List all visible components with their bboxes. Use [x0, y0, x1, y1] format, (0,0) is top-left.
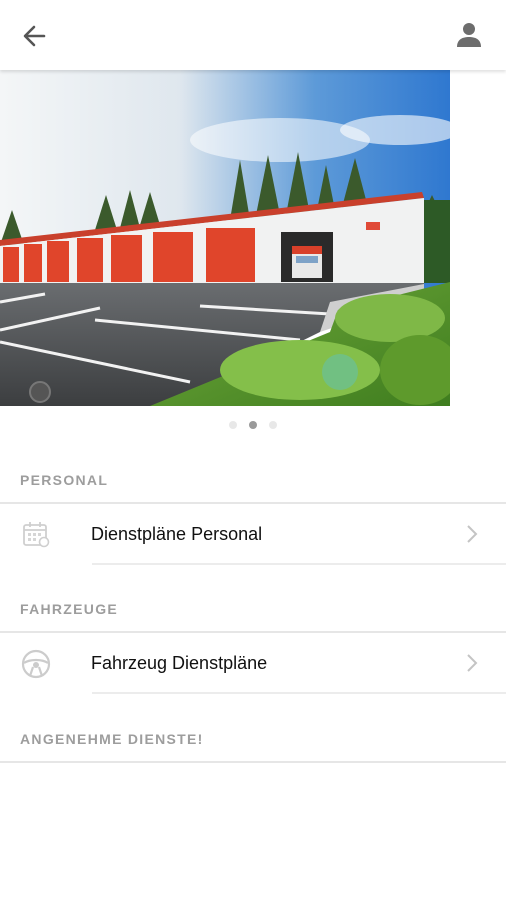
- list-item-label: Fahrzeug Dienstpläne: [91, 653, 268, 673]
- profile-button[interactable]: [452, 18, 486, 52]
- section-header-fahrzeuge: FAHRZEUGE: [20, 601, 119, 617]
- fire-station-photo: [0, 70, 450, 406]
- carousel-dot[interactable]: [269, 421, 277, 429]
- calendar-icon: [23, 522, 50, 548]
- divider: [0, 761, 506, 763]
- row-divider: [92, 563, 506, 565]
- back-button[interactable]: [18, 20, 52, 52]
- footer-message: ANGENEHME DIENSTE!: [20, 731, 204, 747]
- divider: [0, 502, 506, 504]
- next-slide-peek: [450, 70, 506, 406]
- steering-wheel-icon: [21, 649, 51, 679]
- divider: [0, 631, 506, 633]
- app-header: [0, 0, 506, 70]
- image-carousel[interactable]: [0, 70, 506, 406]
- list-item-label: Dienstpläne Personal: [91, 524, 263, 544]
- section-header-personal: PERSONAL: [20, 472, 109, 488]
- list-item-fahrzeug-dienstplaene[interactable]: Fahrzeug Dienstpläne: [0, 634, 506, 692]
- carousel-dot[interactable]: [229, 421, 237, 429]
- arrow-left-icon: [23, 25, 46, 47]
- list-item-dienstplaene-personal[interactable]: Dienstpläne Personal: [0, 505, 506, 563]
- chevron-right-icon: [467, 654, 478, 672]
- carousel-page-indicator: [0, 421, 506, 431]
- person-icon: [457, 23, 481, 47]
- carousel-dot-active[interactable]: [249, 421, 257, 429]
- chevron-right-icon: [467, 525, 478, 543]
- row-divider: [92, 692, 506, 694]
